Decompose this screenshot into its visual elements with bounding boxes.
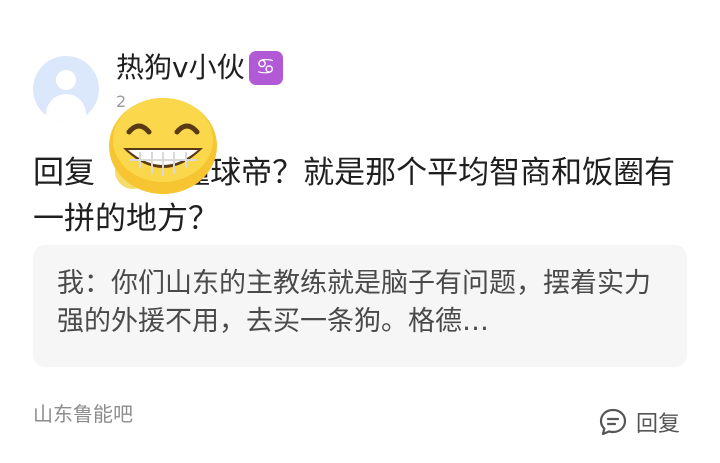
- quoted-comment[interactable]: 我：你们山东的主教练就是脑子有问题，摆着实力强的外援不用，去买一条狗。格德…: [33, 245, 687, 367]
- comment-bubble-icon: [599, 408, 627, 436]
- cancer-zodiac-icon: ♋: [248, 51, 283, 85]
- grinning-emoji-sticker-icon: [109, 98, 217, 194]
- forum-name[interactable]: 山东鲁能吧: [33, 398, 133, 427]
- reply-button-label: 回复: [636, 412, 681, 437]
- avatar-body-shape: [46, 94, 86, 122]
- avatar[interactable]: [33, 56, 99, 122]
- username-row[interactable]: 热狗v小伙 ♋: [116, 50, 283, 86]
- username[interactable]: 热狗v小伙: [116, 50, 245, 86]
- avatar-head-shape: [56, 70, 76, 90]
- quoted-text: 我：你们山东的主教练就是脑子有问题，摆着实力强的外援不用，去买一条狗。格德…: [57, 268, 651, 337]
- reply-label: 回复: [33, 155, 95, 191]
- reply-button[interactable]: 回复: [598, 406, 680, 438]
